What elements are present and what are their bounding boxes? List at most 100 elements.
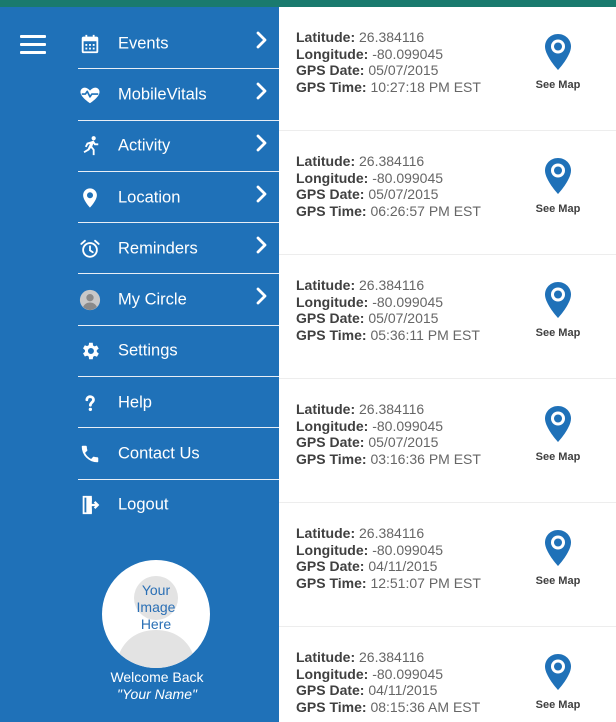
latitude-label: Latitude: xyxy=(296,153,356,169)
gps-record-list: Latitude: 26.384116 Longitude: -80.09904… xyxy=(279,7,616,722)
longitude-value: -80.099045 xyxy=(372,293,444,310)
sidebar-item-logout[interactable]: Logout xyxy=(72,480,279,531)
latitude-value: 26.384116 xyxy=(359,153,425,169)
latitude-label: Latitude: xyxy=(296,277,356,293)
gps-record: Latitude: 26.384116 Longitude: -80.09904… xyxy=(279,7,616,131)
welcome-text: Welcome Back xyxy=(110,669,204,685)
gps-time-label: GPS Time: xyxy=(296,326,367,343)
longitude-value: -80.099045 xyxy=(372,665,444,682)
map-pin-icon xyxy=(545,34,571,70)
location-pin-icon xyxy=(79,187,101,209)
calendar-icon xyxy=(79,33,101,55)
gps-date-value: 05/07/2015 xyxy=(368,186,439,202)
gps-date-value: 05/07/2015 xyxy=(368,310,439,326)
gps-date-value: 04/11/2015 xyxy=(368,682,438,698)
running-person-icon xyxy=(79,135,101,157)
sidebar-item-mobilevitals[interactable]: MobileVitals xyxy=(72,69,279,121)
sidebar-item-location[interactable]: Location xyxy=(72,172,279,224)
gps-time-value: 05:36:11 PM EST xyxy=(370,326,480,343)
latitude-value: 26.384116 xyxy=(359,401,425,417)
longitude-label: Longitude: xyxy=(296,541,369,558)
see-map-button[interactable]: See Map xyxy=(534,281,582,347)
chevron-right-icon xyxy=(256,236,268,254)
map-pin-icon xyxy=(545,654,571,690)
latitude-value: 26.384116 xyxy=(359,525,425,541)
avatar-placeholder-text: Your Image Here xyxy=(136,582,176,632)
gps-date-value: 05/07/2015 xyxy=(368,62,439,78)
latitude-value: 26.384116 xyxy=(359,277,425,293)
see-map-button[interactable]: See Map xyxy=(534,157,582,223)
see-map-button[interactable]: See Map xyxy=(534,529,582,595)
see-map-label: See Map xyxy=(535,203,581,215)
gps-time-value: 03:16:36 PM EST xyxy=(370,450,481,467)
sidebar-item-label: Activity xyxy=(118,136,171,155)
latitude-label: Latitude: xyxy=(296,29,356,45)
sidebar-item-my-circle[interactable]: My Circle xyxy=(72,274,279,327)
sidebar-item-activity[interactable]: Activity xyxy=(72,121,279,173)
map-pin-icon xyxy=(545,406,571,442)
hamburger-menu-icon[interactable] xyxy=(20,35,46,57)
logout-icon xyxy=(79,494,101,516)
sidebar-item-label: Events xyxy=(118,34,169,53)
gps-date-label: GPS Date: xyxy=(296,558,365,574)
see-map-label: See Map xyxy=(535,79,581,91)
map-pin-icon xyxy=(545,530,571,566)
sidebar-item-help[interactable]: Help xyxy=(72,377,279,429)
sidebar-item-events[interactable]: Events xyxy=(72,18,279,70)
see-map-label: See Map xyxy=(535,327,581,339)
sidebar-item-label: MobileVitals xyxy=(118,85,207,104)
see-map-button[interactable]: See Map xyxy=(534,33,582,99)
longitude-value: -80.099045 xyxy=(372,169,444,186)
gps-details: Latitude: 26.384116 Longitude: -80.09904… xyxy=(296,401,481,467)
gps-details: Latitude: 26.384116 Longitude: -80.09904… xyxy=(296,277,480,343)
see-map-label: See Map xyxy=(535,575,581,587)
gps-time-label: GPS Time: xyxy=(296,202,367,219)
sidebar-item-label: Help xyxy=(118,393,152,412)
sidebar-item-label: Location xyxy=(118,188,181,207)
gps-date-label: GPS Date: xyxy=(296,62,365,78)
welcome-message: Welcome Back "Your Name" xyxy=(72,669,242,703)
heart-pulse-icon xyxy=(79,84,101,106)
sidebar-item-label: Reminders xyxy=(118,239,198,258)
chevron-right-icon xyxy=(256,134,268,152)
gps-record: Latitude: 26.384116 Longitude: -80.09904… xyxy=(279,379,616,503)
latitude-label: Latitude: xyxy=(296,401,356,417)
gps-time-label: GPS Time: xyxy=(296,698,367,715)
top-status-bar xyxy=(0,0,616,7)
gps-time-value: 08:15:36 AM EST xyxy=(370,698,481,715)
gps-date-value: 05/07/2015 xyxy=(368,434,439,450)
longitude-label: Longitude: xyxy=(296,169,369,186)
gps-record: Latitude: 26.384116 Longitude: -80.09904… xyxy=(279,255,616,379)
gps-time-value: 10:27:18 PM EST xyxy=(370,78,481,95)
gps-details: Latitude: 26.384116 Longitude: -80.09904… xyxy=(296,525,481,591)
latitude-label: Latitude: xyxy=(296,525,356,541)
chevron-right-icon xyxy=(256,185,268,203)
gps-date-label: GPS Date: xyxy=(296,682,365,698)
see-map-button[interactable]: See Map xyxy=(534,653,582,719)
sidebar-item-reminders[interactable]: Reminders xyxy=(72,223,279,275)
sidebar-item-settings[interactable]: Settings xyxy=(72,326,279,378)
see-map-label: See Map xyxy=(535,451,581,463)
longitude-value: -80.099045 xyxy=(372,45,444,62)
chevron-right-icon xyxy=(256,287,268,305)
longitude-label: Longitude: xyxy=(296,665,369,682)
longitude-value: -80.099045 xyxy=(372,417,444,434)
gps-date-label: GPS Date: xyxy=(296,186,365,202)
longitude-value: -80.099045 xyxy=(372,541,444,558)
gps-date-label: GPS Date: xyxy=(296,310,365,326)
map-pin-icon xyxy=(545,282,571,318)
longitude-label: Longitude: xyxy=(296,45,369,62)
sidebar-item-contact-us[interactable]: Contact Us xyxy=(72,428,279,480)
sidebar-item-label: Settings xyxy=(118,341,178,360)
avatar[interactable]: Your Image Here xyxy=(102,560,210,668)
see-map-button[interactable]: See Map xyxy=(534,405,582,471)
see-map-label: See Map xyxy=(535,699,581,711)
longitude-label: Longitude: xyxy=(296,417,369,434)
latitude-value: 26.384116 xyxy=(359,649,425,665)
gps-time-label: GPS Time: xyxy=(296,78,367,95)
sidebar-item-label: My Circle xyxy=(118,290,187,309)
gps-details: Latitude: 26.384116 Longitude: -80.09904… xyxy=(296,649,480,715)
map-pin-icon xyxy=(545,158,571,194)
gps-time-value: 06:26:57 PM EST xyxy=(370,202,481,219)
sidebar: Events MobileVitals Activity Location Re… xyxy=(0,7,279,722)
